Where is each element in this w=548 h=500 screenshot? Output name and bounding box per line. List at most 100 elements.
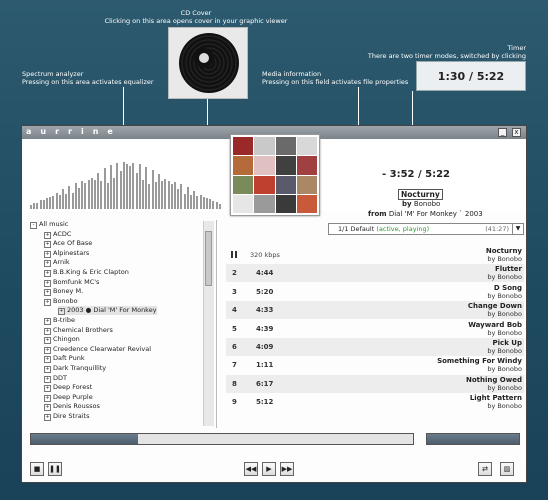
album-cover[interactable]	[230, 134, 320, 216]
previous-button[interactable]: ◀◀	[244, 462, 258, 476]
repeat-button[interactable]: ⇄	[478, 462, 492, 476]
track-artist: by Bonobo	[487, 383, 522, 392]
expand-icon[interactable]: +	[44, 318, 51, 325]
tree-scrollbar[interactable]	[203, 221, 214, 426]
track-row[interactable]: 320 kbps Nocturny by Bonobo	[226, 246, 524, 264]
close-button[interactable]: x	[512, 128, 521, 137]
tree-artist[interactable]: + Denis Roussos	[44, 402, 100, 412]
track-title: Light Pattern	[469, 394, 522, 403]
expand-icon[interactable]: +	[44, 270, 51, 277]
spectrum-bar	[145, 167, 148, 209]
tree-artist[interactable]: + Boney M.	[44, 287, 83, 297]
tree-artist[interactable]: + Dark Tranquillity	[44, 364, 106, 373]
track-number: 2	[232, 269, 237, 278]
tree-artist[interactable]: + Chingon	[44, 335, 80, 345]
pause-icon	[231, 251, 238, 258]
tree-item-label: Chingon	[53, 335, 80, 344]
expand-icon[interactable]: +	[44, 241, 51, 249]
expand-icon[interactable]: +	[58, 308, 65, 316]
expand-icon[interactable]: +	[44, 231, 51, 239]
playlist-selector[interactable]: 1/1 Default (active, playing) (41:27) ▼	[328, 223, 524, 235]
tree-artist[interactable]: + B.B.King & Eric Clapton	[44, 268, 129, 277]
seek-bar[interactable]	[30, 433, 414, 445]
spectrum-bar	[186, 187, 189, 209]
tree-artist[interactable]: + Deep Forest	[44, 383, 92, 393]
expand-icon[interactable]: +	[44, 385, 51, 393]
timer-annotation-desc: There are two timer modes, switched by c…	[367, 52, 526, 60]
track-number: 4	[232, 306, 237, 315]
track-title: Pick Up	[492, 339, 522, 347]
tree-album[interactable]: +2003 ● Dial 'M' For Monkey	[58, 306, 157, 316]
now-playing-album[interactable]: from Dial 'M' For Monkey ` 2003	[368, 210, 483, 218]
chevron-down-icon[interactable]: ▼	[512, 224, 523, 234]
cover-tile	[275, 194, 296, 213]
tree-artist[interactable]: + Chemical Brothers	[44, 326, 113, 335]
media-annotation-desc: Pressing on this field activates file pr…	[262, 78, 409, 86]
expand-icon[interactable]: +	[44, 260, 51, 268]
tree-artist[interactable]: + ACDC	[44, 230, 71, 239]
shuffle-button[interactable]: ▨	[500, 462, 514, 476]
track-row[interactable]: 4 4:33 Change Down by Bonobo	[226, 301, 524, 320]
expand-icon[interactable]: +	[44, 298, 51, 306]
tree-artist[interactable]: + Bonobo	[44, 297, 78, 306]
track-row[interactable]: 8 6:17 Nothing Owed by Bonobo	[226, 374, 524, 393]
track-title: Flutter	[494, 265, 522, 274]
track-row[interactable]: 3 5:20 D Song by Bonobo	[226, 283, 524, 301]
spectrum-bar	[33, 203, 36, 209]
tree-scrollbar-thumb[interactable]	[205, 231, 212, 286]
expand-icon[interactable]: +	[44, 289, 51, 297]
spectrum-bar	[116, 163, 119, 209]
expand-icon[interactable]: +	[44, 375, 51, 383]
timer-annotation-title: Timer	[507, 44, 526, 52]
now-playing-title[interactable]: Nocturny	[398, 189, 443, 200]
expand-icon[interactable]: +	[44, 394, 51, 402]
tree-artist[interactable]: + Daft Punk	[44, 354, 85, 364]
tree-artist[interactable]: + DDT	[44, 374, 67, 383]
expand-icon[interactable]: +	[44, 414, 51, 421]
spectrum-bar	[84, 183, 87, 209]
expand-icon[interactable]: +	[44, 346, 51, 354]
spectrum-analyzer[interactable]	[30, 153, 230, 209]
volume-bar[interactable]	[426, 433, 520, 445]
expand-icon[interactable]: +	[44, 279, 51, 287]
cover-tile	[296, 175, 317, 194]
tree-artist[interactable]: + Arnik	[44, 258, 70, 268]
track-row[interactable]: 7 1:11 Something For Windy by Bonobo	[226, 356, 524, 374]
album-name: Dial 'M' For Monkey ` 2003	[388, 210, 483, 218]
tree-artist[interactable]: + Dire Straits	[44, 412, 89, 421]
track-row[interactable]: 9 5:12 Light Pattern by Bonobo	[226, 393, 524, 411]
tree-artist[interactable]: + Ace Of Base	[44, 239, 92, 249]
pause-button[interactable]: ❚❚	[48, 462, 62, 476]
track-row[interactable]: 2 4:44 Flutter by Bonobo	[226, 264, 524, 283]
vinyl-label	[194, 48, 214, 68]
expand-icon[interactable]: +	[44, 356, 51, 364]
spectrum-bar	[215, 202, 218, 209]
expand-icon[interactable]: +	[44, 327, 51, 335]
tree-artist[interactable]: + Creedence Clearwater Revival	[44, 345, 151, 354]
tree-artist[interactable]: + B-tribe	[44, 316, 75, 325]
stop-button[interactable]: ■	[30, 462, 44, 476]
timer-display[interactable]: - 3:52 / 5:22	[382, 169, 450, 180]
spectrum-bar	[129, 166, 132, 209]
tree-artist[interactable]: + Deep Purple	[44, 393, 93, 402]
spectrum-bar	[71, 193, 74, 209]
tree-artist[interactable]: + Alpinestars	[44, 249, 89, 258]
next-button[interactable]: ▶▶	[280, 462, 294, 476]
expand-icon[interactable]: +	[44, 366, 51, 373]
play-button[interactable]: ▶	[262, 462, 276, 476]
tree-item-label: Alpinestars	[53, 248, 90, 257]
now-playing-artist[interactable]: by Bonobo	[402, 200, 440, 208]
track-row[interactable]: 6 4:09 Pick Up by Bonobo	[226, 338, 524, 356]
tree-root[interactable]: - All music	[30, 220, 68, 229]
expand-icon[interactable]: +	[44, 337, 51, 345]
minimize-button[interactable]: _	[498, 128, 507, 137]
expand-icon[interactable]: +	[44, 250, 51, 258]
expand-icon[interactable]: +	[44, 404, 51, 412]
spectrum-bar	[97, 173, 100, 209]
track-row[interactable]: 5 4:39 Wayward Bob by Bonobo	[226, 320, 524, 338]
from-prefix: from	[368, 210, 387, 218]
track-artist: by Bonobo	[487, 365, 522, 374]
spectrum-annotation-title: Spectrum analyzer	[22, 70, 84, 78]
tree-artist[interactable]: + Bomfunk MC's	[44, 278, 99, 287]
collapse-icon[interactable]: -	[30, 222, 37, 229]
